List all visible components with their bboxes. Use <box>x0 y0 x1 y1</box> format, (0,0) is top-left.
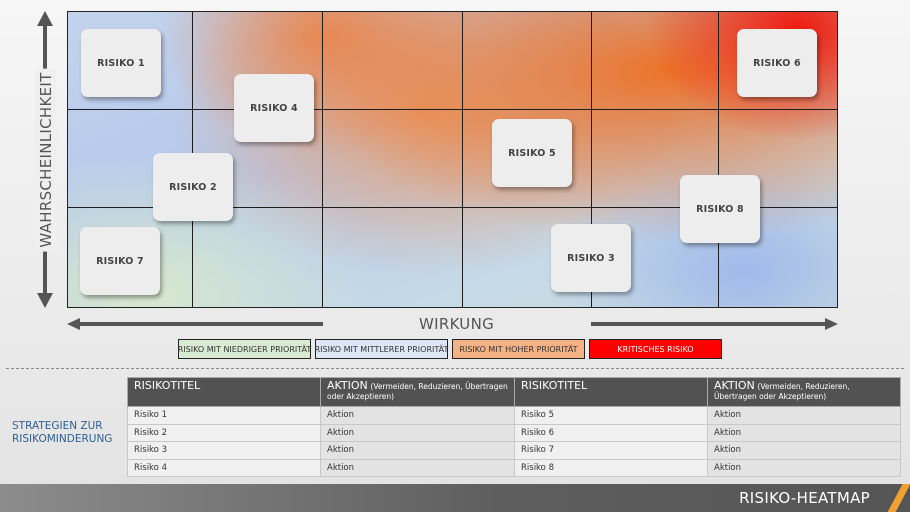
risk-title-cell[interactable]: Risiko 5 <box>514 406 708 425</box>
risk-title-cell[interactable]: Risiko 4 <box>127 458 321 477</box>
risk-card-5[interactable]: RISIKO 5 <box>492 119 572 187</box>
x-axis-arrow-left <box>67 318 323 330</box>
risk-card-4[interactable]: RISIKO 4 <box>234 74 314 142</box>
risk-card-2[interactable]: RISIKO 2 <box>153 153 233 221</box>
page-title: RISIKO-HEATMAP <box>739 489 870 507</box>
table-row: Risiko 3 Aktion Risiko 7 Aktion <box>127 441 901 460</box>
x-axis-arrow-right <box>591 318 838 330</box>
y-axis-label: WAHRSCHEINLICHKEIT <box>35 68 57 252</box>
action-cell[interactable]: Aktion <box>320 423 515 442</box>
risk-card-3[interactable]: RISIKO 3 <box>551 224 631 292</box>
risk-card-6[interactable]: RISIKO 6 <box>737 29 817 97</box>
risk-card-1[interactable]: RISIKO 1 <box>81 29 161 97</box>
legend-high-priority: RISIKO MIT HOHER PRIORITÄT <box>452 339 585 359</box>
footer-bar: RISIKO-HEATMAP <box>0 484 910 512</box>
risk-title-cell[interactable]: Risiko 6 <box>514 423 708 442</box>
action-cell[interactable]: Aktion <box>320 441 515 460</box>
table-row: Risiko 2 Aktion Risiko 6 Aktion <box>127 423 901 442</box>
grid-line <box>322 12 323 307</box>
table-header-row: RISIKOTITEL AKTION (Vermeiden, Reduziere… <box>127 377 901 407</box>
risk-card-7[interactable]: RISIKO 7 <box>80 227 160 295</box>
table-row: Risiko 4 Aktion Risiko 8 Aktion <box>127 458 901 477</box>
risk-title-cell[interactable]: Risiko 8 <box>514 458 708 477</box>
table-row: Risiko 1 Aktion Risiko 5 Aktion <box>127 406 901 425</box>
risk-heatmap: RISIKO 1 RISIKO 2 RISIKO 3 RISIKO 4 RISI… <box>67 11 838 308</box>
arrow-right-icon <box>825 318 838 330</box>
risk-title-cell[interactable]: Risiko 7 <box>514 441 708 460</box>
action-cell[interactable]: Aktion <box>707 423 901 442</box>
risk-title-cell[interactable]: Risiko 3 <box>127 441 321 460</box>
risk-card-8[interactable]: RISIKO 8 <box>680 175 760 243</box>
risk-title-cell[interactable]: Risiko 2 <box>127 423 321 442</box>
action-cell[interactable]: Aktion <box>707 406 901 425</box>
arrow-up-icon <box>37 11 53 26</box>
section-divider <box>6 368 904 369</box>
risk-mitigation-table: RISIKOTITEL AKTION (Vermeiden, Reduziere… <box>127 377 901 477</box>
action-cell[interactable]: Aktion <box>320 406 515 425</box>
grid-line <box>68 109 837 110</box>
strategy-label: STRATEGIEN ZUR RISIKOMINDERUNG <box>12 420 113 445</box>
action-cell[interactable]: Aktion <box>320 458 515 477</box>
legend-critical: KRITISCHES RISIKO <box>589 339 722 359</box>
accent-stripe-icon <box>880 484 910 512</box>
x-axis-label: WIRKUNG <box>419 315 495 333</box>
header-risk-title: RISIKOTITEL <box>514 377 708 407</box>
legend-low-priority: RISIKO MIT NIEDRIGER PRIORITÄT <box>178 339 311 359</box>
header-action: AKTION (Vermeiden, Reduzieren, Übertrage… <box>707 377 901 407</box>
legend-medium-priority: RISIKO MIT MITTLERER PRIORITÄT <box>315 339 448 359</box>
action-cell[interactable]: Aktion <box>707 458 901 477</box>
header-action: AKTION (Vermeiden, Reduzieren, Übertrage… <box>320 377 515 407</box>
grid-line <box>718 12 719 307</box>
header-risk-title: RISIKOTITEL <box>127 377 321 407</box>
action-cell[interactable]: Aktion <box>707 441 901 460</box>
arrow-down-icon <box>37 293 53 308</box>
grid-line <box>462 12 463 307</box>
risk-title-cell[interactable]: Risiko 1 <box>127 406 321 425</box>
